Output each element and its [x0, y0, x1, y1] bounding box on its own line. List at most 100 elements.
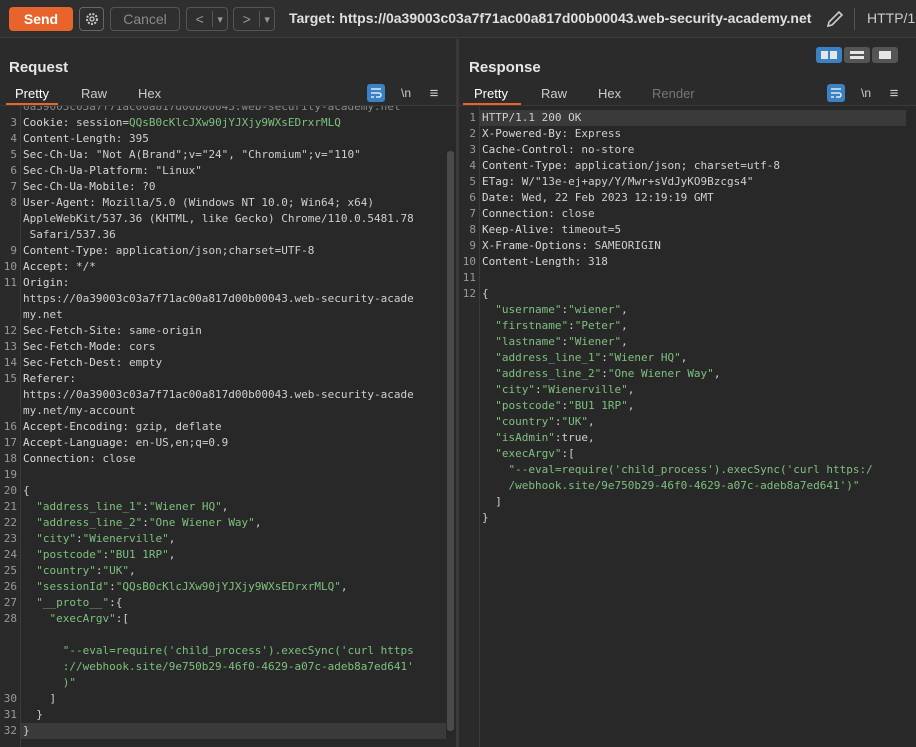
code-token: Sec-Fetch-Site	[23, 324, 116, 337]
newline-toggle[interactable]: \n	[856, 84, 876, 102]
code-token: "Wiener HQ"	[607, 351, 681, 364]
code-token: :{	[109, 596, 123, 609]
code-token: :	[601, 367, 608, 380]
tab-render[interactable]: Render	[652, 86, 695, 101]
code-token: Keep-Alive	[482, 223, 549, 236]
code-token: "UK"	[102, 564, 129, 577]
tab-raw[interactable]: Raw	[81, 86, 107, 101]
code-token: :	[75, 532, 83, 545]
code-line: Sec-Fetch-Mode: cors	[23, 339, 155, 355]
tab-pretty[interactable]: Pretty	[474, 86, 508, 101]
back-button[interactable]: <	[187, 11, 212, 27]
code-token: : application/json; charset=utf-8	[561, 159, 781, 172]
line-number: 9	[10, 244, 17, 257]
code-token: QQsB0cKlcJXw90jYJXjy9WXsEDrxrMLQ	[128, 116, 341, 129]
layout-stacked-icon[interactable]	[844, 47, 870, 63]
code-token: : SAMEORIGIN	[581, 239, 661, 252]
word-wrap-icon[interactable]	[827, 84, 845, 102]
code-token: : ?0	[128, 180, 156, 193]
code-token: :[	[115, 612, 129, 625]
line-number: 28	[3, 612, 17, 625]
response-editor[interactable]: 1 HTTP/1.1 200 OK 2 X-Powered-By: Express 3 C…	[459, 105, 916, 747]
code-line: "postcode":"BU1 1RP",	[482, 398, 634, 414]
code-token: Connection	[23, 452, 90, 465]
code-token: ,	[621, 319, 628, 332]
line-number: 12	[3, 324, 17, 337]
menu-icon[interactable]: ≡	[425, 84, 443, 102]
request-editor[interactable]: 0a39003c03a7f71ac00a817d00b00043.web-sec…	[0, 105, 456, 747]
code-token: Origin	[23, 276, 63, 289]
code-token: : W/"13e-ej+apy/Y/Mwr+sVdJyKO9Bzcgs4"	[508, 175, 754, 188]
layout-tabs-icon[interactable]	[872, 47, 898, 63]
code-token: "isAdmin"	[482, 431, 555, 444]
cancel-button[interactable]: Cancel	[110, 7, 180, 31]
line-number: 31	[3, 708, 17, 721]
code-token: "--eval=require('child_process').execSyn…	[482, 463, 873, 476]
chevron-down-icon[interactable]: ▾	[213, 13, 227, 26]
forward-button[interactable]: >	[234, 11, 259, 27]
code-token: ]	[23, 692, 57, 705]
line-number: 11	[462, 271, 476, 284]
tab-raw[interactable]: Raw	[541, 86, 567, 101]
line-number: 26	[3, 580, 17, 593]
code-token: ,	[587, 415, 595, 428]
code-token: {	[23, 484, 30, 497]
code-token: Sec-Ch-Ua-Mobile	[23, 180, 129, 193]
code-token: Sec-Ch-Ua-Platform	[23, 164, 143, 177]
code-token: Referer	[23, 372, 70, 385]
pencil-icon[interactable]	[824, 8, 846, 30]
code-line: "address_line_1":"Wiener HQ",	[482, 350, 687, 366]
line-number: 13	[3, 340, 17, 353]
code-token: "QQsB0cKlcJXw90jYJXjy9WXsEDrxrMLQ"	[115, 580, 341, 593]
code-token: HTTP/1.1 200 OK	[482, 111, 582, 124]
code-line: "execArgv":[	[482, 446, 575, 462]
line-number: 5	[10, 148, 17, 161]
tab-hex[interactable]: Hex	[138, 86, 161, 101]
code-token: Content-Length	[23, 132, 116, 145]
code-token: Date	[482, 191, 509, 204]
code-line: "postcode":"BU1 1RP",	[23, 547, 175, 563]
chevron-down-icon[interactable]: ▾	[260, 13, 274, 26]
line-number: 3	[469, 143, 476, 156]
code-line: https://0a39003c03a7f71ac00a817d00b00043…	[23, 387, 414, 403]
tab-hex[interactable]: Hex	[598, 86, 621, 101]
code-line: X-Frame-Options: SAMEORIGIN	[482, 238, 661, 254]
code-line: {	[23, 483, 30, 499]
line-number: 7	[469, 207, 476, 220]
menu-icon[interactable]: ≡	[885, 84, 903, 102]
code-token: "--eval=require('child_process').execSyn…	[23, 644, 414, 657]
code-line: "isAdmin":true,	[482, 430, 594, 446]
code-line: "--eval=require('child_process').execSyn…	[23, 643, 414, 659]
word-wrap-icon[interactable]	[367, 84, 385, 102]
code-token: : Mozilla/5.0 (Windows NT 10.0; Win64; x…	[89, 196, 375, 209]
code-line: "--eval=require('child_process').execSyn…	[482, 462, 873, 478]
code-token: "postcode"	[482, 399, 562, 412]
code-line: X-Powered-By: Express	[482, 126, 621, 142]
code-token: AppleWebKit/537.36 (KHTML, like Gecko) C…	[23, 212, 414, 225]
code-token: "Wiener HQ"	[148, 500, 222, 513]
code-token: "Wienerville"	[82, 532, 169, 545]
code-token: : timeout=5	[548, 223, 622, 236]
gear-icon[interactable]	[79, 7, 104, 31]
code-line: my.net	[23, 307, 63, 323]
tab-pretty[interactable]: Pretty	[15, 86, 49, 101]
code-token: "country"	[23, 564, 96, 577]
newline-toggle[interactable]: \n	[396, 84, 416, 102]
code-token: :	[109, 580, 116, 593]
layout-side-by-side-icon[interactable]	[816, 47, 842, 63]
code-line: "sessionId":"QQsB0cKlcJXw90jYJXjy9WXsEDr…	[23, 579, 347, 595]
code-token: ,	[621, 335, 628, 348]
http-protocol-selector[interactable]: HTTP/1	[867, 10, 915, 26]
code-token: my.net	[23, 308, 63, 321]
code-token: "One Wiener Way"	[607, 367, 714, 380]
line-number: 27	[3, 596, 17, 609]
code-line: https://0a39003c03a7f71ac00a817d00b00043…	[23, 291, 414, 307]
code-token: : no-store	[568, 143, 635, 156]
line-number: 8	[469, 223, 476, 236]
code-line: "city":"Wienerville",	[23, 531, 175, 547]
send-button[interactable]: Send	[9, 7, 73, 31]
code-token: ,	[254, 516, 262, 529]
line-number: 22	[3, 516, 17, 529]
request-scrollbar[interactable]	[447, 151, 454, 731]
code-token: X-Frame-Options	[482, 239, 582, 252]
